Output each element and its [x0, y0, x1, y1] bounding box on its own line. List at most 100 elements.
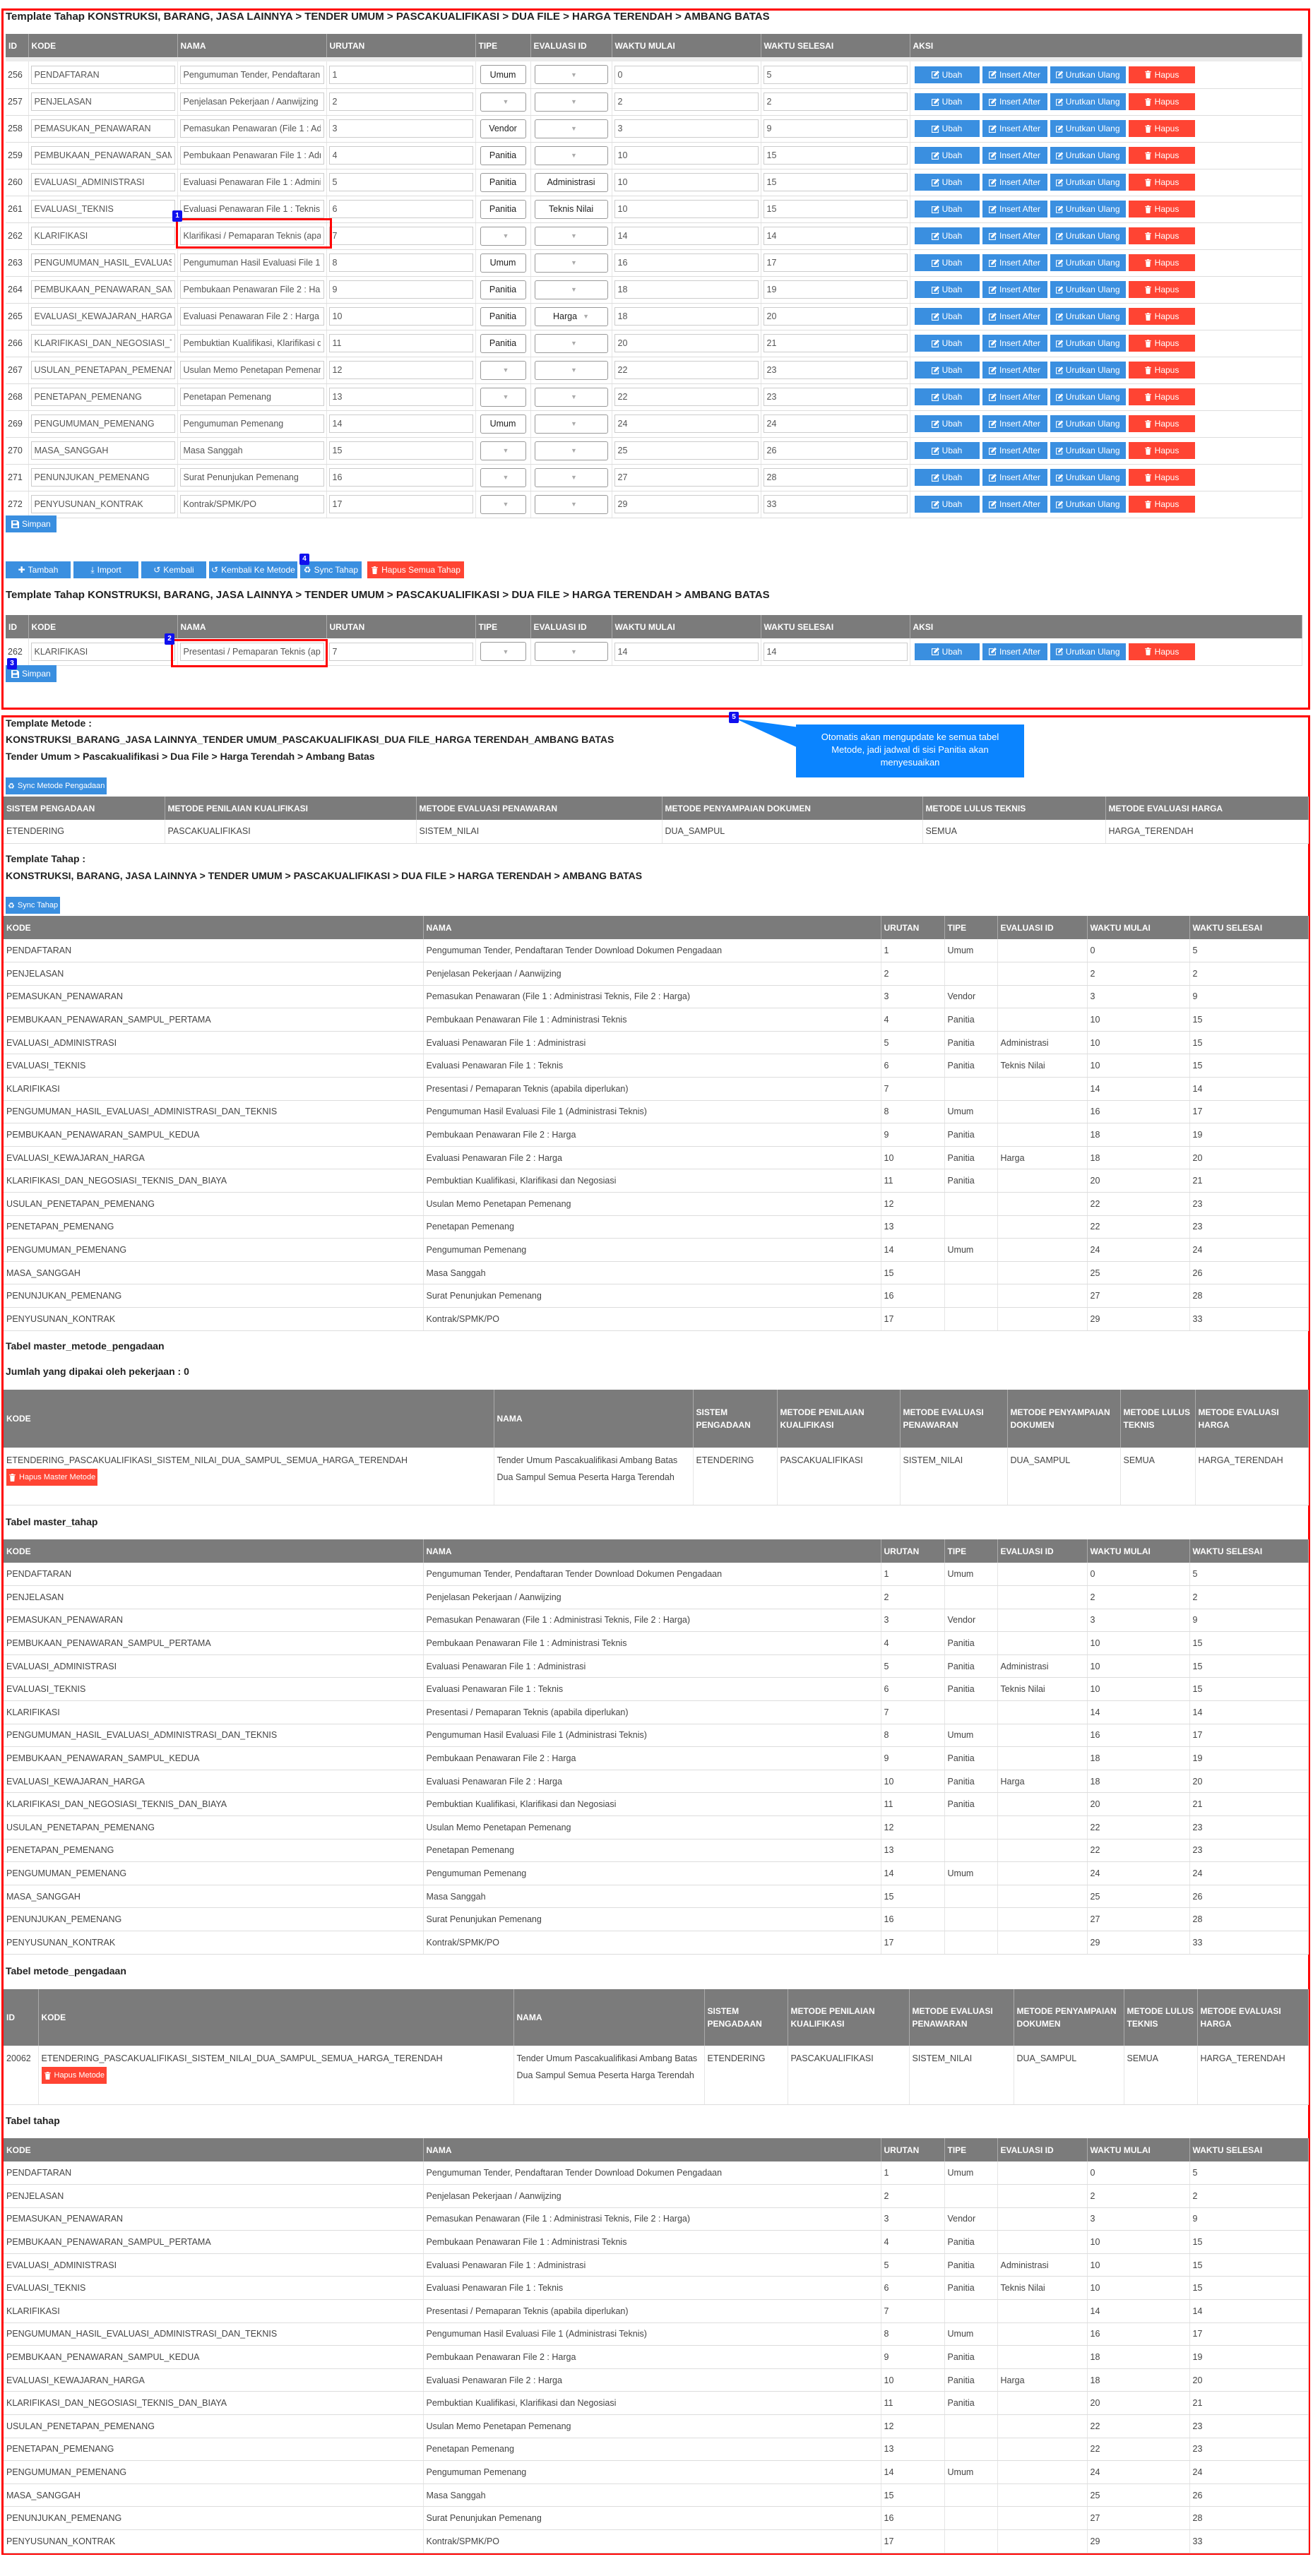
waktu-selesai-input[interactable]	[763, 361, 908, 379]
edit-button[interactable]: Ubah	[914, 120, 980, 137]
edit-button[interactable]: Ubah	[914, 281, 980, 298]
urutan-input[interactable]	[328, 468, 473, 487]
reorder-button[interactable]: Urutkan Ulang	[1050, 227, 1126, 244]
kode-input[interactable]	[30, 146, 175, 165]
delete-button[interactable]: Hapus	[1128, 308, 1195, 325]
select-dropdown[interactable]: ▼	[534, 494, 608, 514]
sync-metode-button[interactable]: ♻ Sync Metode Pengadaan	[6, 777, 107, 794]
select-dropdown[interactable]: Panitia	[480, 333, 526, 353]
select-dropdown[interactable]: ▼	[534, 280, 608, 299]
reorder-button[interactable]: Urutkan Ulang	[1050, 362, 1126, 378]
select-dropdown[interactable]: ▼	[480, 494, 526, 514]
urutan-input[interactable]	[328, 307, 473, 326]
edit-button[interactable]: Ubah	[914, 362, 980, 378]
reorder-button[interactable]: Urutkan Ulang	[1050, 174, 1126, 191]
insert-after-button[interactable]: Insert After	[982, 254, 1047, 271]
urutan-input[interactable]	[328, 200, 473, 218]
urutan-input[interactable]	[328, 65, 473, 84]
delete-all-tahap-button[interactable]: Hapus Semua Tahap	[367, 561, 464, 578]
kode-input[interactable]	[30, 280, 175, 299]
waktu-mulai-input[interactable]	[614, 441, 759, 460]
save-button[interactable]: Simpan	[6, 515, 57, 532]
kode-input[interactable]	[30, 415, 175, 433]
waktu-selesai-input[interactable]	[763, 495, 908, 513]
kode-input[interactable]	[30, 119, 175, 138]
edit-button[interactable]: Ubah	[914, 147, 980, 164]
delete-button[interactable]: Hapus	[1128, 254, 1195, 271]
nama-input[interactable]	[179, 280, 324, 299]
back-to-method-button[interactable]: ↺ Kembali Ke Metode	[209, 561, 297, 578]
waktu-selesai-input[interactable]	[763, 65, 908, 84]
select-dropdown[interactable]: ▼	[480, 360, 526, 380]
waktu-mulai-input[interactable]	[614, 468, 759, 487]
edit-button[interactable]: Ubah	[914, 643, 980, 660]
delete-button[interactable]: Hapus	[1128, 120, 1195, 137]
waktu-mulai-input[interactable]	[614, 254, 759, 272]
edit-button[interactable]: Ubah	[914, 174, 980, 191]
edit-button[interactable]: Ubah	[914, 308, 980, 325]
reorder-button[interactable]: Urutkan Ulang	[1050, 388, 1126, 405]
kode-input[interactable]	[30, 361, 175, 379]
nama-input[interactable]	[179, 388, 324, 406]
reorder-button[interactable]: Urutkan Ulang	[1050, 93, 1126, 110]
waktu-selesai-input[interactable]	[763, 119, 908, 138]
select-dropdown[interactable]: ▼	[534, 119, 608, 138]
reorder-button[interactable]: Urutkan Ulang	[1050, 201, 1126, 217]
delete-button[interactable]: Hapus	[1128, 93, 1195, 110]
select-dropdown[interactable]: ▼	[480, 226, 526, 246]
waktu-mulai-input[interactable]	[614, 415, 759, 433]
delete-button[interactable]: Hapus	[1128, 147, 1195, 164]
reorder-button[interactable]: Urutkan Ulang	[1050, 147, 1126, 164]
select-dropdown[interactable]: ▼	[534, 441, 608, 460]
edit-button[interactable]: Ubah	[914, 335, 980, 352]
urutan-input[interactable]	[328, 119, 473, 138]
delete-button[interactable]: Hapus	[1128, 174, 1195, 191]
select-dropdown[interactable]: ▼	[534, 65, 608, 85]
delete-button[interactable]: Hapus	[1128, 469, 1195, 486]
nama-input[interactable]	[179, 415, 324, 433]
kode-input[interactable]	[30, 642, 175, 661]
reorder-button[interactable]: Urutkan Ulang	[1050, 281, 1126, 298]
waktu-selesai-input[interactable]	[763, 334, 908, 352]
urutan-input[interactable]	[328, 146, 473, 165]
select-dropdown[interactable]: Teknis Nilai	[534, 199, 608, 219]
waktu-mulai-input[interactable]	[614, 361, 759, 379]
urutan-input[interactable]	[328, 254, 473, 272]
select-dropdown[interactable]: ▼	[534, 387, 608, 407]
urutan-input[interactable]	[328, 280, 473, 299]
insert-after-button[interactable]: Insert After	[982, 469, 1047, 486]
delete-button[interactable]: Hapus	[1128, 362, 1195, 378]
edit-button[interactable]: Ubah	[914, 415, 980, 432]
nama-input[interactable]	[179, 441, 324, 460]
waktu-mulai-input[interactable]	[614, 173, 759, 191]
waktu-mulai-input[interactable]	[614, 388, 759, 406]
urutan-input[interactable]	[328, 361, 473, 379]
urutan-input[interactable]	[328, 642, 473, 661]
select-dropdown[interactable]: Umum	[480, 253, 526, 273]
kode-input[interactable]	[30, 334, 175, 352]
select-dropdown[interactable]: ▼	[480, 441, 526, 460]
waktu-selesai-input[interactable]	[763, 307, 908, 326]
delete-button[interactable]: Hapus	[1128, 227, 1195, 244]
urutan-input[interactable]	[328, 334, 473, 352]
select-dropdown[interactable]: ▼	[534, 226, 608, 246]
urutan-input[interactable]	[328, 227, 473, 245]
select-dropdown[interactable]: Panitia	[480, 280, 526, 299]
select-dropdown[interactable]: ▼	[534, 467, 608, 487]
nama-input[interactable]	[179, 468, 324, 487]
reorder-button[interactable]: Urutkan Ulang	[1050, 335, 1126, 352]
reorder-button[interactable]: Urutkan Ulang	[1050, 415, 1126, 432]
insert-after-button[interactable]: Insert After	[982, 93, 1047, 110]
select-dropdown[interactable]: Panitia	[480, 145, 526, 165]
insert-after-button[interactable]: Insert After	[982, 643, 1047, 660]
nama-input[interactable]	[179, 361, 324, 379]
waktu-mulai-input[interactable]	[614, 200, 759, 218]
select-dropdown[interactable]: ▼	[534, 92, 608, 112]
waktu-mulai-input[interactable]	[614, 334, 759, 352]
waktu-selesai-input[interactable]	[763, 93, 908, 111]
select-dropdown[interactable]: ▼	[480, 92, 526, 112]
waktu-selesai-input[interactable]	[763, 642, 908, 661]
reorder-button[interactable]: Urutkan Ulang	[1050, 469, 1126, 486]
edit-button[interactable]: Ubah	[914, 254, 980, 271]
select-dropdown[interactable]: Vendor	[480, 119, 526, 138]
